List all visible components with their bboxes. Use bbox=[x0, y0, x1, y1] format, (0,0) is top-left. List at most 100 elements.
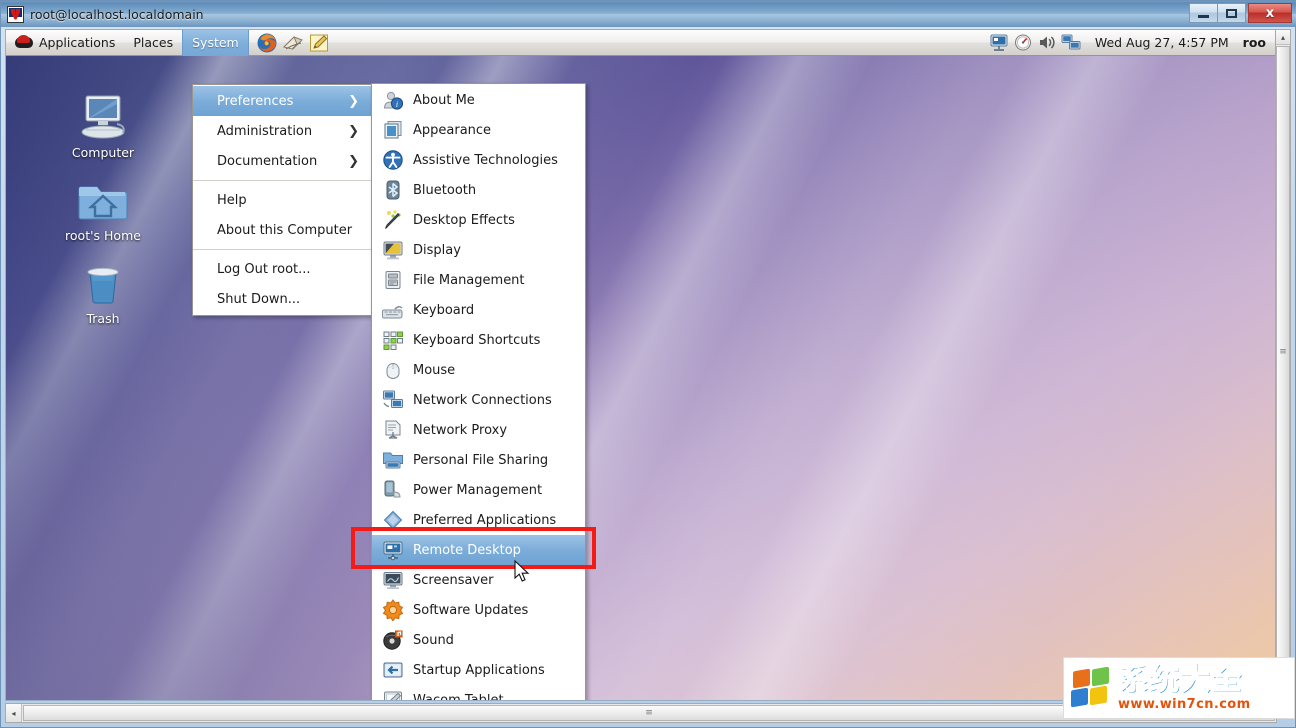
applications-menu[interactable]: Applications bbox=[6, 30, 124, 56]
desktop-effects-icon bbox=[382, 209, 404, 231]
prefs-item-remote-desktop[interactable]: Remote Desktop bbox=[372, 535, 585, 565]
prefs-item-desktop-effects[interactable]: Desktop Effects bbox=[372, 205, 585, 235]
close-button[interactable]: x bbox=[1248, 3, 1292, 23]
system-dropdown-menu[interactable]: Preferences ❯ Administration ❯ Documenta… bbox=[192, 84, 372, 316]
vnc-viewport[interactable]: Computer root's Home Trash Applications … bbox=[5, 29, 1277, 701]
prefs-item-keyboard[interactable]: Keyboard bbox=[372, 295, 585, 325]
prefs-item-power-management[interactable]: Power Management bbox=[372, 475, 585, 505]
prefs-item-sound[interactable]: Sound bbox=[372, 625, 585, 655]
prefs-item-keyboard-shortcuts[interactable]: Keyboard Shortcuts bbox=[372, 325, 585, 355]
applications-menu-label: Applications bbox=[39, 35, 116, 50]
watermark-text: 系统大全 www.win7cn.com bbox=[1117, 662, 1251, 712]
prefs-item-wacom-tablet[interactable]: Wacom Tablet bbox=[372, 685, 585, 700]
prefs-item-display[interactable]: Display bbox=[372, 235, 585, 265]
prefs-item-about-me[interactable]: i About Me bbox=[372, 85, 585, 115]
prefs-item-screensaver[interactable]: Screensaver bbox=[372, 565, 585, 595]
maximize-icon bbox=[1226, 8, 1237, 18]
prefs-item-personal-file-sharing[interactable]: Personal File Sharing bbox=[372, 445, 585, 475]
prefs-item-network-proxy[interactable]: Network Proxy bbox=[372, 415, 585, 445]
vertical-scrollbar[interactable]: ▴ ≡ bbox=[1275, 29, 1291, 701]
remote-desktop-tray-icon[interactable] bbox=[989, 33, 1009, 52]
window-titlebar[interactable]: root@localhost.localdomain x bbox=[1, 1, 1296, 27]
desktop-icon-trash[interactable]: Trash bbox=[48, 258, 158, 326]
about-me-icon: i bbox=[382, 89, 404, 111]
menu-item-label: Preferences bbox=[217, 93, 294, 109]
menu-item-label: Shut Down... bbox=[217, 291, 301, 307]
gnome-desktop[interactable]: Computer root's Home Trash Applications … bbox=[6, 30, 1276, 700]
prefs-item-appearance[interactable]: Appearance bbox=[372, 115, 585, 145]
menu-item-preferences[interactable]: Preferences ❯ bbox=[193, 86, 371, 116]
desktop-icon-label: Trash bbox=[86, 311, 120, 326]
system-tray: Wed Aug 27, 4:57 PM roo bbox=[989, 33, 1276, 52]
file-management-icon bbox=[382, 269, 404, 291]
prefs-item-preferred-applications[interactable]: Preferred Applications bbox=[372, 505, 585, 535]
firefox-icon[interactable] bbox=[256, 32, 278, 54]
prefs-item-label: Appearance bbox=[413, 122, 492, 138]
desktop-icon-computer[interactable]: Computer bbox=[48, 92, 158, 160]
prefs-item-label: Keyboard bbox=[413, 302, 475, 318]
chevron-right-icon: ❯ bbox=[348, 93, 359, 109]
scrollbar-grip-icon: ≡ bbox=[645, 708, 653, 718]
menu-item-administration[interactable]: Administration ❯ bbox=[193, 116, 371, 146]
scroll-up-button[interactable]: ▴ bbox=[1276, 30, 1290, 45]
prefs-item-bluetooth[interactable]: Bluetooth bbox=[372, 175, 585, 205]
trash-icon bbox=[48, 258, 158, 308]
prefs-item-label: Power Management bbox=[413, 482, 543, 498]
clock[interactable]: Wed Aug 27, 4:57 PM bbox=[1085, 35, 1239, 50]
software-updates-icon bbox=[382, 599, 404, 622]
prefs-item-label: Remote Desktop bbox=[413, 542, 521, 558]
system-menu-button[interactable]: System bbox=[182, 30, 249, 56]
menu-item-shut-down[interactable]: Shut Down... bbox=[193, 284, 371, 314]
system-menu-label: System bbox=[192, 35, 239, 50]
network-connections-icon bbox=[382, 389, 404, 411]
prefs-item-label: About Me bbox=[413, 92, 475, 108]
gnome-top-panel: Applications Places System Wed Aug 27, 4… bbox=[6, 30, 1276, 56]
assistive-technologies-icon bbox=[382, 149, 404, 171]
user-menu-label[interactable]: roo bbox=[1243, 35, 1270, 50]
prefs-item-startup-applications[interactable]: Startup Applications bbox=[372, 655, 585, 685]
menu-item-about-this-computer[interactable]: About this Computer bbox=[193, 215, 371, 245]
prefs-item-label: Assistive Technologies bbox=[413, 152, 558, 168]
prefs-item-network-connections[interactable]: Network Connections bbox=[372, 385, 585, 415]
minimize-button[interactable] bbox=[1189, 3, 1218, 23]
prefs-item-assistive-technologies[interactable]: Assistive Technologies bbox=[372, 145, 585, 175]
site-watermark: 系统大全 www.win7cn.com bbox=[1063, 657, 1295, 719]
keyboard-shortcuts-icon bbox=[382, 329, 404, 351]
prefs-item-mouse[interactable]: Mouse bbox=[372, 355, 585, 385]
windows-logo-icon bbox=[1070, 666, 1112, 708]
prefs-item-label: Screensaver bbox=[413, 572, 494, 588]
vertical-scrollbar-thumb[interactable]: ≡ bbox=[1276, 46, 1290, 658]
keyboard-icon bbox=[381, 299, 404, 321]
wacom-tablet-icon bbox=[382, 689, 404, 700]
menu-separator bbox=[193, 249, 371, 250]
screensaver-icon bbox=[382, 569, 404, 591]
watermark-url: www.win7cn.com bbox=[1118, 697, 1251, 712]
window-controls: x bbox=[1189, 3, 1292, 23]
prefs-item-label: Network Connections bbox=[413, 392, 552, 408]
system-monitor-icon[interactable] bbox=[1013, 33, 1033, 52]
computer-icon bbox=[48, 92, 158, 142]
desktop-icon-home[interactable]: root's Home bbox=[48, 175, 158, 243]
text-editor-icon[interactable] bbox=[308, 32, 330, 54]
minimize-icon bbox=[1198, 14, 1209, 18]
prefs-item-file-management[interactable]: File Management bbox=[372, 265, 585, 295]
menu-item-documentation[interactable]: Documentation ❯ bbox=[193, 146, 371, 176]
chevron-right-icon: ❯ bbox=[348, 153, 359, 169]
menu-item-log-out[interactable]: Log Out root... bbox=[193, 254, 371, 284]
places-menu[interactable]: Places bbox=[124, 30, 182, 56]
menu-item-help[interactable]: Help bbox=[193, 185, 371, 215]
prefs-item-label: Sound bbox=[413, 632, 454, 648]
maximize-button[interactable] bbox=[1217, 3, 1246, 23]
prefs-item-label: Mouse bbox=[413, 362, 456, 378]
menu-item-label: Administration bbox=[217, 123, 313, 139]
watermark-title: 系统大全 bbox=[1117, 662, 1242, 697]
preferences-submenu[interactable]: i About Me Appearance Assistive Technolo… bbox=[371, 83, 586, 700]
volume-icon[interactable] bbox=[1037, 33, 1057, 52]
preferred-applications-icon bbox=[382, 509, 404, 531]
network-icon[interactable] bbox=[1061, 33, 1081, 52]
prefs-item-software-updates[interactable]: Software Updates bbox=[372, 595, 585, 625]
evolution-mail-icon[interactable] bbox=[282, 32, 304, 54]
scroll-left-button[interactable]: ◂ bbox=[6, 704, 22, 722]
display-icon bbox=[382, 239, 404, 261]
redhat-logo-icon bbox=[15, 35, 33, 50]
